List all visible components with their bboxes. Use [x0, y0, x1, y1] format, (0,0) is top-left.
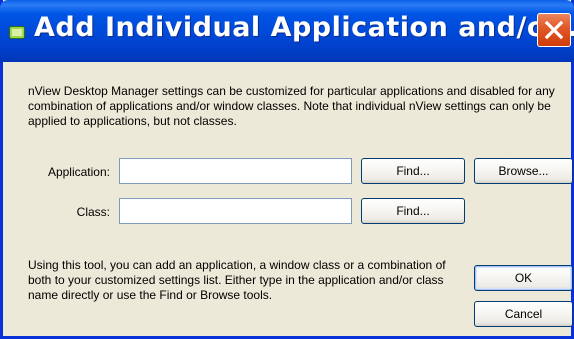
application-icon [9, 26, 25, 39]
browse-button[interactable]: Browse... [474, 158, 573, 184]
close-button[interactable] [537, 13, 571, 47]
close-icon [544, 20, 564, 40]
class-label: Class: [76, 205, 110, 219]
application-find-button[interactable]: Find... [361, 158, 465, 184]
cancel-button[interactable]: Cancel [474, 301, 573, 327]
ok-button[interactable]: OK [474, 265, 573, 291]
dialog-window: Add Individual Application and/o... nVie… [0, 0, 574, 339]
application-label: Application: [47, 165, 110, 179]
application-input[interactable] [119, 158, 352, 184]
class-find-button[interactable]: Find... [361, 198, 465, 224]
window-title: Add Individual Application and/o... [34, 12, 574, 43]
help-text: Using this tool, you can add an applicat… [28, 258, 446, 302]
class-input[interactable] [119, 198, 352, 224]
title-bar[interactable]: Add Individual Application and/o... [0, 0, 574, 62]
description-text: nView Desktop Manager settings can be cu… [28, 84, 555, 128]
